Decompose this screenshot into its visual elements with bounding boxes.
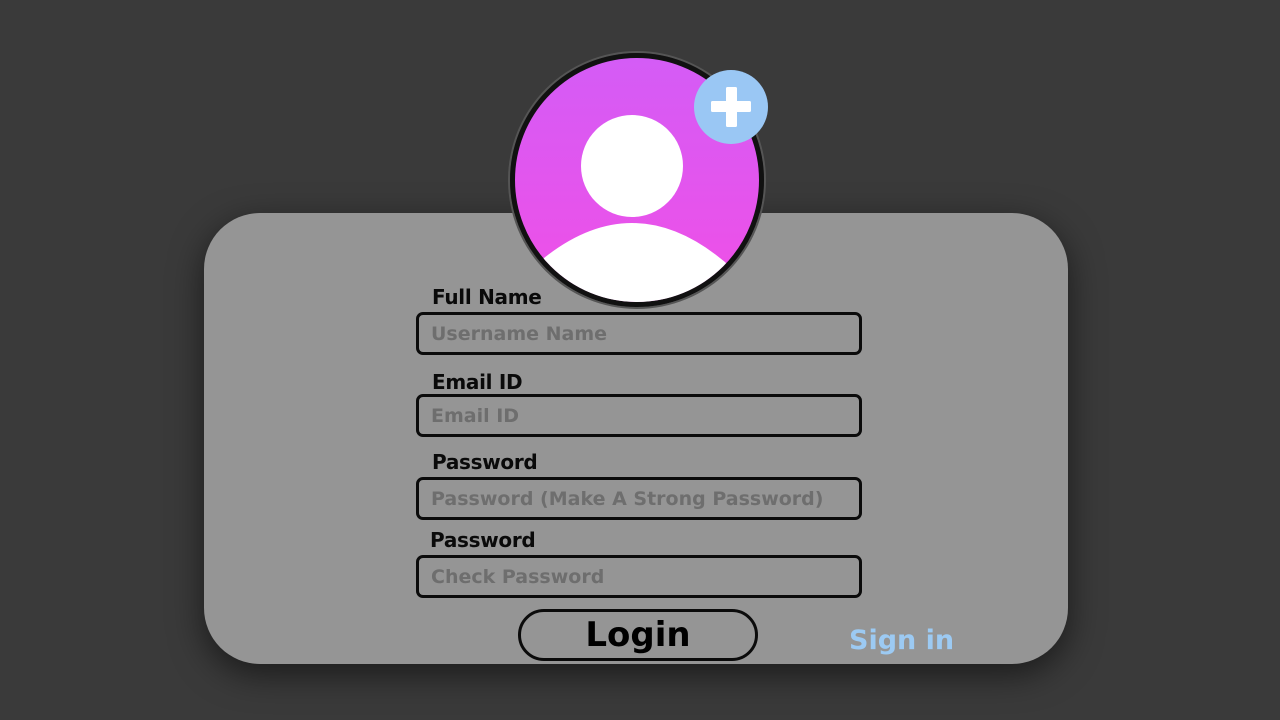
confirm-password-input[interactable] bbox=[416, 555, 862, 598]
full-name-label: Full Name bbox=[432, 285, 542, 309]
email-label: Email ID bbox=[432, 370, 523, 394]
confirm-password-label: Password bbox=[430, 528, 536, 552]
password-input[interactable] bbox=[416, 477, 862, 520]
login-button[interactable]: Login bbox=[518, 609, 758, 661]
signin-link[interactable]: Sign in bbox=[849, 625, 954, 656]
full-name-input[interactable] bbox=[416, 312, 862, 355]
email-input[interactable] bbox=[416, 394, 862, 437]
plus-icon bbox=[711, 87, 751, 127]
signup-screen: Full Name Email ID Password Password Log… bbox=[0, 0, 1280, 720]
password-label: Password bbox=[432, 450, 538, 474]
add-photo-button[interactable] bbox=[694, 70, 768, 144]
